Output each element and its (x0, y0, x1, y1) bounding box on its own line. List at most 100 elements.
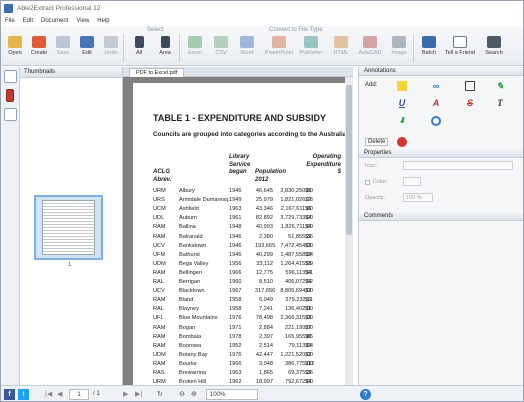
tell-a-friend-button[interactable]: Tell a Friend (443, 36, 477, 64)
menu-help[interactable]: Help (93, 18, 113, 24)
select-all-button[interactable]: All (127, 36, 151, 64)
sticky-note-icon[interactable] (397, 81, 407, 91)
edit-icon (80, 36, 94, 48)
table-cell: Blacktown (179, 288, 205, 295)
table-cell: 1971 (229, 324, 242, 331)
zoom-out-icon[interactable]: ⊖ (179, 389, 185, 400)
save-button[interactable]: Save (51, 36, 75, 64)
table-cell: UCV (153, 288, 165, 295)
menu-file[interactable]: File (1, 18, 19, 24)
stamp-icon[interactable]: ⬇ (397, 116, 407, 126)
powerpoint-button[interactable]: PowerPoint (263, 36, 295, 64)
link-icon[interactable]: ∞ (431, 81, 441, 91)
add-label: Add: (365, 82, 378, 88)
title-bar: Able2Extract Professional 12 (1, 1, 523, 16)
rotate-icon[interactable]: ↻ (157, 389, 163, 400)
icon-select[interactable] (403, 161, 513, 170)
select-area-button[interactable]: Area (153, 36, 177, 64)
table-cell: Bogan (179, 324, 196, 331)
color-checkbox[interactable] (365, 180, 370, 185)
word-icon (240, 36, 254, 48)
table-cell: $3 (305, 370, 312, 376)
facebook-icon[interactable]: f (4, 389, 15, 400)
search-button[interactable]: Search (481, 36, 507, 64)
document-viewer[interactable]: TABLE 1 - EXPENDITURE AND SUBSIDY Counci… (123, 77, 345, 385)
page-thumbnail[interactable] (34, 195, 103, 260)
table-cell: $3 (305, 242, 312, 249)
color-swatch[interactable] (403, 177, 421, 186)
html-button[interactable]: HTML (329, 36, 353, 64)
last-page-icon[interactable]: ▶| (135, 389, 142, 400)
table-cell: UCM (153, 206, 166, 213)
table-cell: Botany Bay (179, 351, 208, 358)
csv-button[interactable]: CSV (209, 36, 233, 64)
vertical-scrollbar[interactable] (345, 77, 353, 385)
table-cell: $3 (305, 342, 312, 349)
create-button[interactable]: Create (27, 36, 51, 64)
delete-button[interactable]: Delete (365, 138, 389, 146)
table-cell: Bathurst (179, 251, 200, 258)
col-header-aclg: ACLG Abrev. (153, 169, 172, 183)
globe-link-icon[interactable] (431, 116, 441, 126)
autocad-button[interactable]: AutoCAD (355, 36, 385, 64)
help-icon[interactable]: ? (360, 389, 371, 400)
table-cell: 1946 (229, 188, 242, 194)
select-all-icon (134, 36, 144, 48)
document-subheading: Councils are grouped into categories acc… (153, 131, 345, 138)
bookmarks-panel-icon[interactable] (6, 89, 14, 102)
table-cell: $2 (305, 197, 312, 204)
open-button[interactable]: Open (3, 36, 27, 64)
table-cell: 3,048 (259, 360, 273, 367)
menu-edit[interactable]: Edit (19, 18, 37, 24)
table-cell: 1949 (229, 197, 242, 204)
select-area-icon (160, 36, 170, 48)
publisher-button[interactable]: Publisher (297, 36, 325, 64)
app-logo-icon (4, 4, 13, 13)
pages-panel-icon[interactable] (3, 108, 17, 121)
text-color-icon[interactable]: A (431, 98, 441, 108)
excel-button[interactable]: Excel (183, 36, 207, 64)
bold-text-icon[interactable]: T (495, 98, 505, 108)
thumbnails-panel-icon[interactable] (3, 70, 17, 83)
batch-button[interactable]: Batch (417, 36, 441, 64)
table-cell: $2 (305, 233, 312, 240)
table-cell: $3 (305, 251, 312, 258)
highlight-icon[interactable]: ✎ (495, 81, 505, 91)
table-cell: 1958 (229, 297, 242, 304)
scrollbar-thumb[interactable] (346, 85, 352, 235)
window-title: Able2Extract Professional 12 (17, 5, 101, 12)
document-tab[interactable]: PDF to Excel.pdf (129, 68, 185, 77)
undo-button[interactable]: Undo (99, 36, 123, 64)
menu-view[interactable]: View (72, 18, 93, 24)
table-cell: 78,498 (255, 315, 273, 322)
table-cell: RAM (153, 333, 166, 340)
image-button[interactable]: Image (387, 36, 411, 64)
table-cell: 1960 (229, 279, 242, 285)
table-cell: Armidale Dumaresq (179, 197, 229, 204)
next-page-icon[interactable]: ▶ (123, 389, 128, 400)
zoom-select[interactable]: 100% (206, 389, 258, 400)
page-number-input[interactable]: 1 (69, 389, 89, 400)
zoom-in-icon[interactable]: ⊕ (191, 389, 197, 400)
table-cell: 1967 (229, 288, 242, 295)
twitter-icon[interactable]: t (18, 389, 29, 400)
convert-group-label: Convert to File Type (269, 27, 323, 33)
first-page-icon[interactable]: |◀ (45, 389, 52, 400)
underline-icon[interactable]: U (397, 98, 407, 108)
word-button[interactable]: Word (235, 36, 259, 64)
menu-bar: File Edit Document View Help (1, 16, 523, 26)
menu-document[interactable]: Document (37, 18, 72, 24)
prev-page-icon[interactable]: ◀ (57, 389, 62, 400)
table-cell: RAM (153, 269, 166, 276)
table-cell: 40,299 (255, 251, 273, 258)
table-cell: Balranald (179, 233, 203, 240)
table-cell: $4 (305, 279, 312, 285)
strikeout-icon[interactable]: S (465, 98, 475, 108)
table-cell: 1956 (229, 260, 242, 267)
delete-icon[interactable] (397, 137, 407, 147)
opacity-field[interactable]: 100 % (403, 193, 433, 202)
edit-button[interactable]: Edit (75, 36, 99, 64)
select-group-label: Select (147, 27, 164, 33)
text-box-icon[interactable] (465, 81, 475, 91)
table-cell: 1948 (229, 224, 242, 231)
